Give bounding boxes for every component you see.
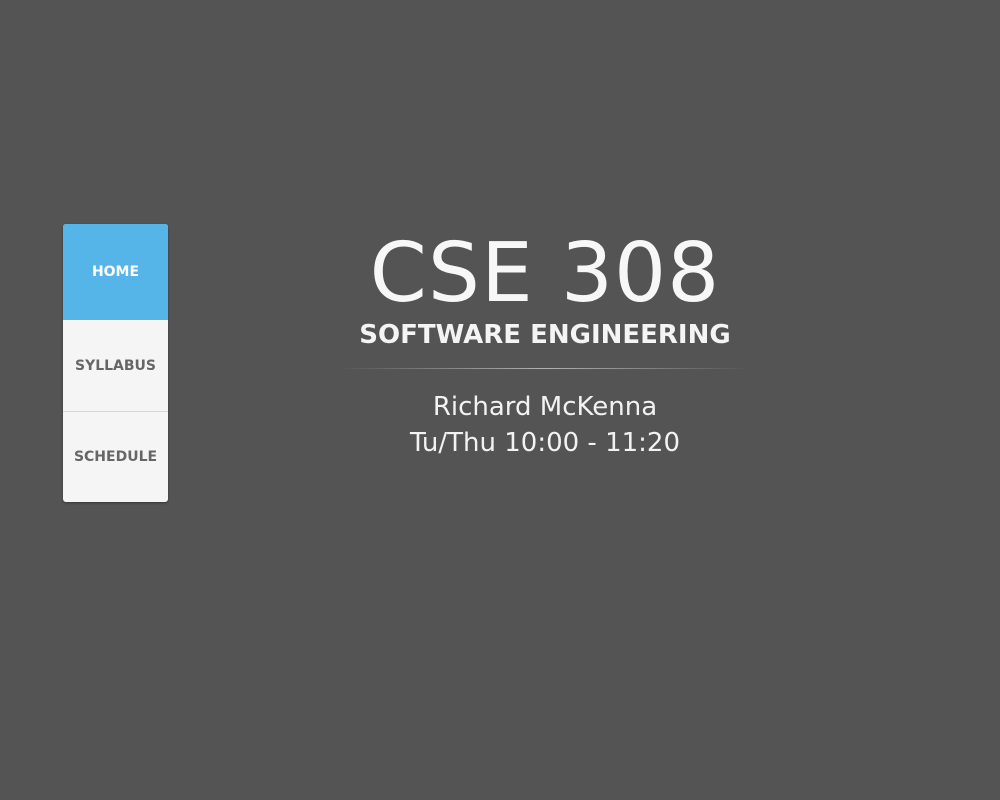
nav-item-schedule[interactable]: SCHEDULE [63, 412, 168, 502]
course-code: CSE 308 [369, 226, 721, 321]
nav-item-syllabus[interactable]: SYLLABUS [63, 320, 168, 412]
meeting-time: Tu/Thu 10:00 - 11:20 [409, 428, 681, 458]
course-header: CSE 308 SOFTWARE ENGINEERING Richard McK… [340, 226, 750, 461]
course-name: SOFTWARE ENGINEERING [359, 320, 731, 350]
nav-item-schedule-label: SCHEDULE [73, 449, 158, 465]
divider [340, 368, 750, 369]
nav-item-home[interactable]: HOME [63, 224, 168, 320]
nav-item-home-label: HOME [91, 264, 140, 280]
instructor-name: Richard McKenna [432, 392, 658, 422]
nav-item-syllabus-label: SYLLABUS [74, 357, 157, 374]
side-nav: HOME SYLLABUS SCHEDULE [63, 224, 168, 502]
page: HOME SYLLABUS SCHEDULE CSE 308 SOFTWARE … [0, 0, 1000, 800]
